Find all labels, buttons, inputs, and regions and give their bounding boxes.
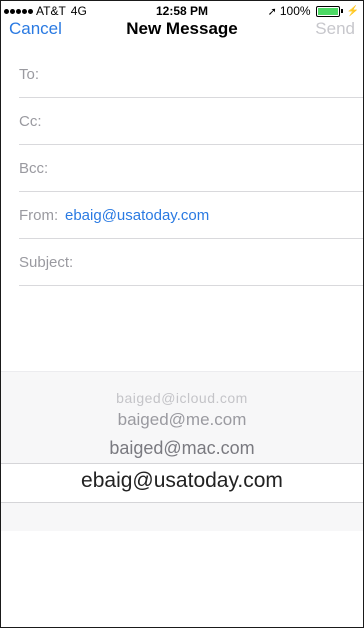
- screen: AT&T 4G 12:58 PM ➚ 100% ⚡ Cancel New Mes…: [0, 0, 364, 628]
- picker-option-selected[interactable]: ebaig@usatoday.com: [1, 469, 363, 493]
- from-value[interactable]: ebaig@usatoday.com: [65, 207, 209, 224]
- cc-label: Cc:: [19, 113, 42, 130]
- picker-option[interactable]: baiged@icloud.com: [1, 390, 363, 406]
- cc-field[interactable]: Cc:: [19, 98, 363, 145]
- page-title: New Message: [126, 19, 238, 38]
- picker-option[interactable]: baiged@me.com: [1, 410, 363, 430]
- bcc-field[interactable]: Bcc:: [19, 145, 363, 192]
- empty-area: [1, 531, 363, 627]
- to-field[interactable]: To:: [19, 51, 363, 98]
- from-label: From:: [19, 207, 59, 224]
- send-button[interactable]: Send: [315, 19, 355, 39]
- message-body[interactable]: [1, 331, 363, 371]
- navigation-bar: Cancel New Message Send: [1, 11, 363, 51]
- from-account-picker[interactable]: baiged@icloud.com baiged@me.com baiged@m…: [1, 371, 363, 552]
- bcc-label: Bcc:: [19, 160, 49, 177]
- picker-option[interactable]: baiged@mac.com: [1, 438, 363, 459]
- subject-field[interactable]: Subject:: [19, 239, 363, 286]
- to-label: To:: [19, 66, 40, 83]
- from-field[interactable]: From: ebaig@usatoday.com: [19, 192, 363, 239]
- subject-label: Subject:: [19, 254, 74, 271]
